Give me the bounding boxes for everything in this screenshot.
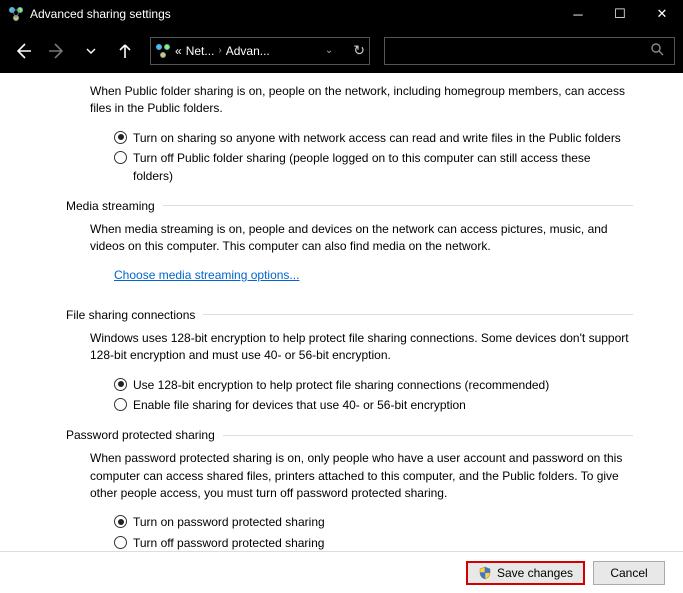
public-folder-options: Turn on sharing so anyone with network a…: [114, 130, 633, 185]
file-sharing-description: Windows uses 128-bit encryption to help …: [90, 330, 633, 365]
radio-public-on[interactable]: Turn on sharing so anyone with network a…: [114, 130, 633, 147]
network-icon: [155, 43, 171, 59]
minimize-button[interactable]: ─: [557, 0, 599, 28]
forward-button[interactable]: [42, 36, 72, 66]
radio-encryption-128[interactable]: Use 128-bit encryption to help protect f…: [114, 377, 633, 394]
section-title: File sharing connections: [66, 308, 195, 322]
radio-icon: [114, 151, 127, 164]
window-title: Advanced sharing settings: [30, 7, 557, 21]
search-input[interactable]: [384, 37, 675, 65]
shield-icon: [478, 566, 492, 580]
radio-label: Turn off Public folder sharing (people l…: [133, 150, 633, 185]
breadcrumb-prefix: «: [175, 44, 182, 58]
divider: [223, 435, 633, 436]
radio-password-on[interactable]: Turn on password protected sharing: [114, 514, 633, 531]
media-options-link[interactable]: Choose media streaming options...: [114, 268, 299, 282]
radio-icon: [114, 515, 127, 528]
breadcrumb-item[interactable]: Net...: [186, 44, 215, 58]
section-title: Password protected sharing: [66, 428, 215, 442]
radio-label: Enable file sharing for devices that use…: [133, 397, 466, 414]
recent-locations-button[interactable]: [76, 36, 106, 66]
password-options: Turn on password protected sharing Turn …: [114, 514, 633, 551]
public-folder-description: When Public folder sharing is on, people…: [90, 83, 633, 118]
up-button[interactable]: [110, 36, 140, 66]
radio-icon: [114, 536, 127, 549]
chevron-down-icon[interactable]: ⌄: [325, 45, 333, 56]
maximize-button[interactable]: ☐: [599, 0, 641, 28]
button-label: Save changes: [497, 566, 573, 580]
radio-label: Turn off password protected sharing: [133, 535, 324, 551]
settings-content: When Public folder sharing is on, people…: [0, 73, 683, 551]
radio-label: Use 128-bit encryption to help protect f…: [133, 377, 549, 394]
radio-password-off[interactable]: Turn off password protected sharing: [114, 535, 633, 551]
network-icon: [8, 6, 24, 22]
chevron-right-icon: ›: [218, 45, 221, 56]
radio-label: Turn on sharing so anyone with network a…: [133, 130, 621, 147]
radio-encryption-40-56[interactable]: Enable file sharing for devices that use…: [114, 397, 633, 414]
password-description: When password protected sharing is on, o…: [90, 450, 633, 502]
save-changes-button[interactable]: Save changes: [466, 561, 585, 585]
refresh-button[interactable]: ↻: [353, 42, 365, 59]
button-label: Cancel: [610, 566, 647, 580]
radio-icon: [114, 131, 127, 144]
breadcrumb[interactable]: « Net... › Advan... ⌄ ↻: [150, 37, 370, 65]
close-button[interactable]: ✕: [641, 0, 683, 28]
titlebar: Advanced sharing settings ─ ☐ ✕: [0, 0, 683, 28]
divider: [203, 314, 633, 315]
cancel-button[interactable]: Cancel: [593, 561, 665, 585]
media-description: When media streaming is on, people and d…: [90, 221, 633, 256]
search-icon: [650, 42, 664, 59]
section-title: Media streaming: [66, 199, 155, 213]
section-header-media: Media streaming: [66, 199, 633, 213]
radio-label: Turn on password protected sharing: [133, 514, 325, 531]
section-header-password: Password protected sharing: [66, 428, 633, 442]
radio-public-off[interactable]: Turn off Public folder sharing (people l…: [114, 150, 633, 185]
footer-buttons: Save changes Cancel: [0, 551, 683, 593]
file-sharing-options: Use 128-bit encryption to help protect f…: [114, 377, 633, 415]
divider: [163, 205, 633, 206]
navigation-bar: « Net... › Advan... ⌄ ↻: [0, 28, 683, 73]
radio-icon: [114, 398, 127, 411]
breadcrumb-item[interactable]: Advan...: [226, 44, 270, 58]
section-header-file-sharing: File sharing connections: [66, 308, 633, 322]
back-button[interactable]: [8, 36, 38, 66]
radio-icon: [114, 378, 127, 391]
